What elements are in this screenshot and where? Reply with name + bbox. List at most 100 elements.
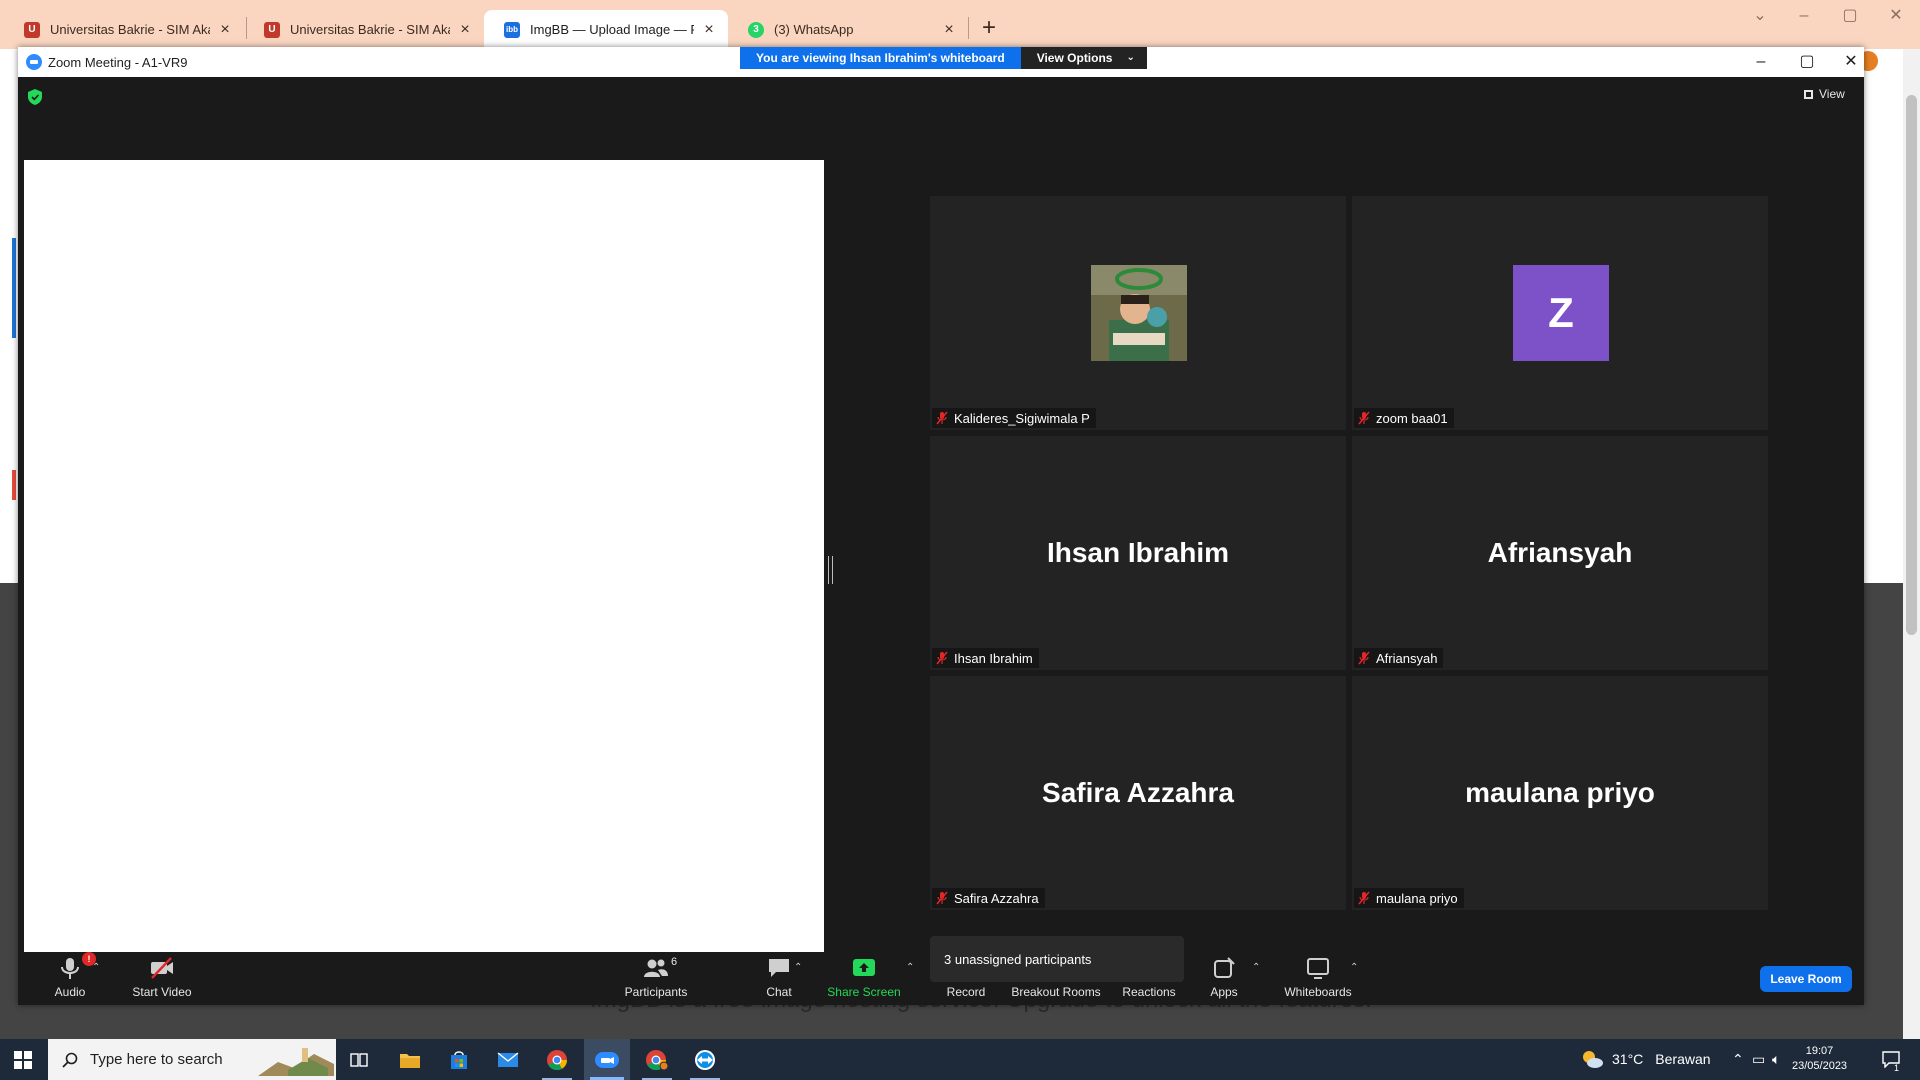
apps-options-caret-icon[interactable]: ⌃ — [1252, 962, 1260, 973]
browser-tab-4[interactable]: 3 (3) WhatsApp × — [728, 10, 968, 49]
viewing-banner: You are viewing Ihsan Ibrahim's whiteboa… — [740, 47, 1147, 69]
whiteboards-options-caret-icon[interactable]: ⌃ — [1350, 962, 1358, 973]
participant-name: maulana priyo — [1376, 890, 1458, 906]
participant-name: Kalideres_Sigiwimala P — [954, 410, 1090, 426]
participant-tile[interactable]: Safira Azzahra Safira Azzahra — [930, 676, 1346, 910]
participant-display-name: Safira Azzahra — [1042, 777, 1234, 808]
start-video-label: Start Video — [132, 985, 192, 999]
chrome-profile-button[interactable] — [634, 1039, 680, 1080]
apps-label: Apps — [1210, 985, 1238, 999]
network-icon[interactable]: ▭ — [1752, 1051, 1765, 1068]
browser-tab-strip: U Universitas Bakrie - SIM Akademik × U … — [0, 0, 1920, 49]
view-options-label: View Options — [1036, 51, 1113, 65]
show-hidden-icons-chevron-icon[interactable]: ⌃ — [1732, 1051, 1744, 1068]
taskbar-search-box[interactable]: Type here to search — [48, 1039, 336, 1080]
tab-title: Universitas Bakrie - SIM Akademik — [290, 22, 450, 37]
search-highlight-illustration-icon — [258, 1048, 334, 1076]
share-screen-label: Share Screen — [827, 985, 901, 999]
participant-nameplate: Safira Azzahra — [932, 888, 1045, 908]
weather-condition: Berawan — [1655, 1051, 1711, 1067]
partly-cloudy-weather-icon — [1583, 1051, 1603, 1068]
participant-display-name: Ihsan Ibrahim — [1046, 537, 1230, 568]
browser-tab-2[interactable]: U Universitas Bakrie - SIM Akademik × — [244, 10, 484, 49]
background-page-scroll-thumb[interactable] — [1906, 95, 1917, 635]
teamviewer-icon — [695, 1049, 715, 1070]
shared-whiteboard-canvas[interactable] — [24, 160, 824, 982]
volume-icon[interactable]: 🔈︎ — [1772, 1051, 1780, 1068]
imgbb-favicon-icon: ibb — [504, 21, 520, 38]
chat-options-caret-icon[interactable]: ⌃ — [794, 962, 802, 973]
task-view-button[interactable] — [336, 1039, 382, 1080]
meeting-content: View Kalideres_Sigiwimala P Z zoom baa01… — [18, 77, 1864, 1005]
participants-label: Participants — [624, 985, 688, 999]
participant-tile[interactable]: Z zoom baa01 — [1352, 196, 1768, 430]
file-explorer-icon — [400, 1053, 420, 1068]
tab-close-icon[interactable]: × — [216, 21, 234, 39]
chat-bubble-icon — [769, 959, 789, 977]
participant-tile[interactable]: Afriansyah Afriansyah — [1352, 436, 1768, 670]
encryption-shield-icon[interactable] — [28, 89, 42, 105]
participant-photo — [1091, 265, 1187, 361]
search-placeholder: Type here to search — [90, 1051, 223, 1068]
university-favicon-icon: U — [24, 21, 40, 38]
chrome-button[interactable] — [534, 1039, 580, 1080]
chrome-profile-icon — [646, 1049, 669, 1070]
whiteboards-button[interactable]: Whiteboards — [1280, 952, 1356, 1005]
zoom-taskbar-button[interactable] — [584, 1039, 630, 1080]
audio-button[interactable]: ! Audio — [42, 952, 98, 1005]
search-icon — [62, 1052, 78, 1068]
tab-title: Universitas Bakrie - SIM Akademik — [50, 22, 210, 37]
background-page-edge — [12, 238, 16, 338]
store-button[interactable] — [436, 1039, 482, 1080]
teamviewer-button[interactable] — [682, 1039, 728, 1080]
participant-display-name: maulana priyo — [1465, 777, 1655, 808]
tab-search-chevron-icon[interactable]: ⌄ — [1740, 4, 1780, 28]
share-options-caret-icon[interactable]: ⌃ — [906, 962, 914, 973]
zoom-close-icon[interactable]: ✕ — [1836, 50, 1866, 74]
taskbar-clock[interactable]: 19:07 23/05/2023 — [1792, 1044, 1847, 1074]
layout-splitter-handle[interactable] — [828, 556, 833, 584]
windows-start-icon[interactable] — [14, 1051, 32, 1069]
participant-tile[interactable]: Ihsan Ibrahim Ihsan Ibrahim — [930, 436, 1346, 670]
participant-tile[interactable]: maulana priyo maulana priyo — [1352, 676, 1768, 910]
browser-minimize-icon[interactable]: – — [1784, 4, 1824, 28]
apps-icon — [1214, 957, 1235, 978]
mail-button[interactable] — [485, 1039, 531, 1080]
zoom-window-title: Zoom Meeting - A1-VR9 — [48, 55, 188, 70]
new-tab-button[interactable]: + — [975, 14, 1003, 42]
browser-tab-1[interactable]: U Universitas Bakrie - SIM Akademik × — [4, 10, 244, 49]
clock-time: 19:07 — [1805, 1045, 1834, 1057]
unassigned-participants-popup[interactable]: 3 unassigned participants — [930, 936, 1184, 982]
chat-label: Chat — [766, 985, 792, 999]
notification-count: 1 — [1894, 1063, 1900, 1073]
participant-name: zoom baa01 — [1376, 410, 1448, 426]
browser-close-icon[interactable]: ✕ — [1876, 4, 1916, 28]
zoom-maximize-icon[interactable]: ▢ — [1792, 50, 1822, 74]
tab-close-icon[interactable]: × — [456, 21, 474, 39]
zoom-icon — [595, 1051, 619, 1068]
audio-options-caret-icon[interactable]: ⌃ — [92, 962, 100, 973]
tab-close-icon[interactable]: × — [940, 21, 958, 39]
browser-maximize-icon[interactable]: ▢ — [1830, 4, 1870, 28]
file-explorer-button[interactable] — [387, 1039, 433, 1080]
zoom-minimize-icon[interactable]: – — [1746, 50, 1776, 74]
weather-widget[interactable]: 31°C Berawan — [1580, 1049, 1711, 1069]
browser-tab-3-active[interactable]: ibb ImgBB — Upload Image — Free Image Ho… — [484, 10, 728, 49]
start-video-button[interactable]: Start Video — [122, 952, 202, 1005]
view-layout-button[interactable]: View — [1804, 87, 1845, 101]
reactions-label: Reactions — [1122, 985, 1176, 999]
tab-close-icon[interactable]: × — [700, 21, 718, 39]
mic-muted-icon — [936, 651, 948, 665]
share-screen-button[interactable]: Share Screen — [820, 952, 908, 1005]
chrome-icon — [547, 1049, 568, 1070]
leave-room-button[interactable]: Leave Room — [1760, 966, 1852, 992]
participant-tile[interactable]: Kalideres_Sigiwimala P — [930, 196, 1346, 430]
background-page-edge — [12, 470, 16, 500]
tab-title: ImgBB — Upload Image — Free Image Hostin… — [530, 22, 694, 37]
breakout-rooms-label: Breakout Rooms — [1011, 985, 1101, 999]
view-options-button[interactable]: View Options ⌄ — [1020, 47, 1147, 69]
participants-button[interactable]: 6 Participants — [621, 952, 691, 1005]
chat-button[interactable]: Chat — [754, 952, 804, 1005]
windows-taskbar: Type here to search 31°C Berawan ⌃ ▭ 🔈︎ … — [0, 1039, 1920, 1080]
apps-button[interactable]: Apps — [1204, 952, 1244, 1005]
